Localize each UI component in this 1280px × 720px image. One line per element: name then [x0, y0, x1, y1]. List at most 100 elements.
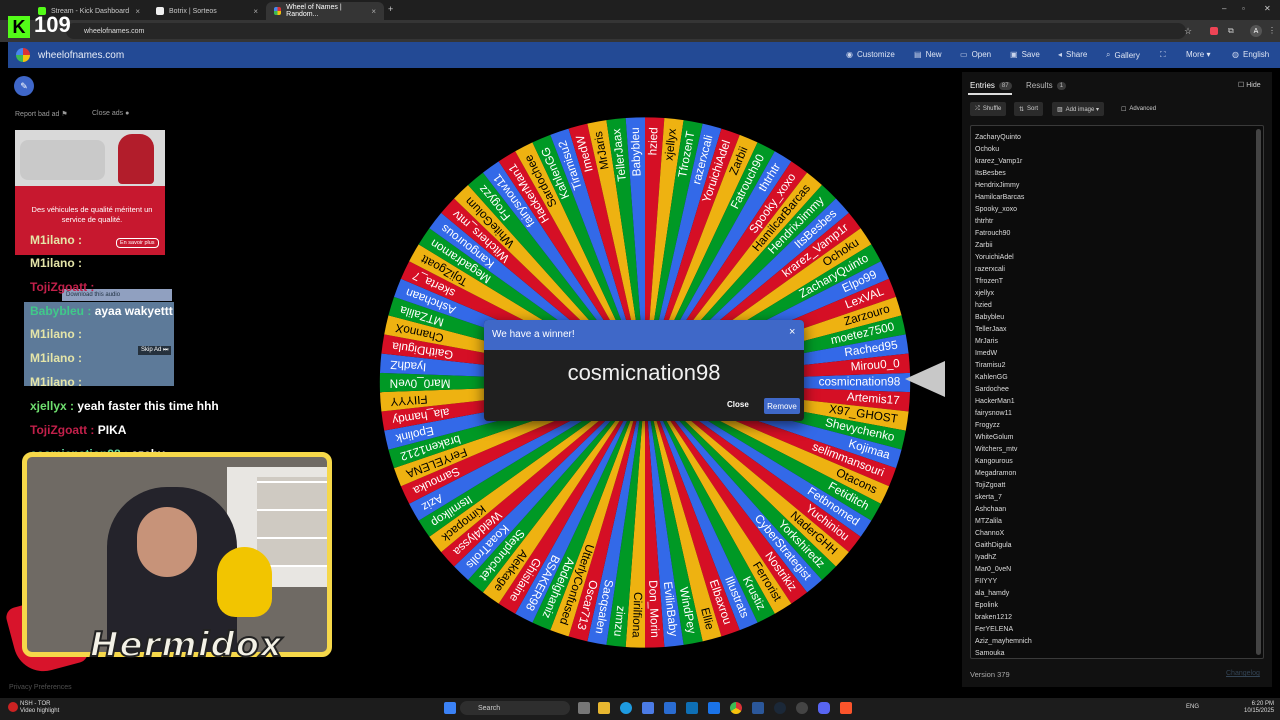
- tab-entries[interactable]: Entries 87: [970, 81, 1012, 90]
- advanced-checkbox[interactable]: ☐ Advanced: [1116, 102, 1161, 116]
- entry-item: Tiramisu2: [975, 362, 1006, 369]
- edge-icon[interactable]: [620, 702, 632, 714]
- entry-item: HamilcarBarcas: [975, 194, 1025, 201]
- entry-item: skerta_7: [975, 494, 1002, 501]
- site-header: [8, 42, 1280, 68]
- wheel-logo-icon[interactable]: [16, 48, 30, 62]
- entries-textarea[interactable]: ZacharyQuinto Ochoku krarez_Vamp1r ItsBesbe…: [970, 125, 1264, 659]
- url-field[interactable]: wheelofnames.com: [66, 23, 1186, 39]
- close-tab-icon[interactable]: ×: [135, 7, 140, 16]
- hide-checkbox[interactable]: ☐ Hide: [1238, 81, 1261, 89]
- tab-wheel-of-names[interactable]: Wheel of Names | Random... ×: [266, 2, 384, 20]
- edit-pencil-button[interactable]: ✎: [14, 76, 34, 96]
- steam-icon[interactable]: [774, 702, 786, 714]
- report-ad-link[interactable]: Report bad ad ⚑: [15, 110, 68, 118]
- entry-item: YoruichiAdel: [975, 254, 1014, 261]
- discord-icon[interactable]: [818, 702, 830, 714]
- mail-icon[interactable]: [708, 702, 720, 714]
- system-clock[interactable]: 6:20 PM 10/15/2025: [1244, 701, 1274, 715]
- open-button[interactable]: ▭ Open: [960, 50, 991, 59]
- language-button[interactable]: ◍ English: [1232, 50, 1269, 59]
- extensions-puzzle-icon[interactable]: ⧉: [1228, 26, 1234, 36]
- more-menu-button[interactable]: More ▾: [1186, 50, 1210, 59]
- minimize-icon[interactable]: –: [1222, 4, 1226, 13]
- ad-person-image: [118, 134, 154, 184]
- add-image-button[interactable]: ▨ Add image ▾: [1052, 102, 1105, 116]
- active-tab-indicator: [968, 93, 1012, 95]
- fullscreen-icon: ⛶: [1160, 50, 1166, 59]
- windows-taskbar: [0, 698, 1280, 720]
- extension-icon[interactable]: [1210, 27, 1218, 35]
- pikachu-plush: [217, 547, 272, 617]
- maximize-icon[interactable]: ▫: [1242, 4, 1245, 13]
- tab-results[interactable]: Results 1: [1026, 81, 1067, 90]
- entries-scrollbar[interactable]: [1256, 129, 1261, 655]
- wheel-slice-label: IyadhZ: [390, 358, 427, 374]
- winner-dialog: We have a winner! × cosmicnation98 Close…: [484, 320, 804, 421]
- chat-message: M1ilano :: [30, 327, 82, 341]
- chat-message: M1ilano :: [30, 256, 82, 270]
- fullscreen-button[interactable]: ⛶: [1160, 50, 1166, 60]
- entry-item: Babybleu: [975, 314, 1005, 321]
- share-button[interactable]: ◂ Share: [1058, 50, 1087, 59]
- task-view-icon[interactable]: [578, 702, 590, 714]
- store-icon[interactable]: [642, 702, 654, 714]
- changelog-link[interactable]: Changelog: [1226, 670, 1260, 677]
- dialog-close-icon[interactable]: ×: [789, 326, 795, 338]
- news-widget[interactable]: NSH - TOR Video highlight: [20, 701, 59, 715]
- image-icon: ▨: [1057, 106, 1063, 113]
- new-tab-button[interactable]: +: [388, 4, 393, 14]
- gallery-button[interactable]: ⌕ Gallery: [1106, 50, 1140, 60]
- entry-item: GaithDigula: [975, 542, 1012, 549]
- wheel-slice-label: FIIYYY: [390, 392, 428, 408]
- entry-item: Kangourous: [975, 458, 1013, 465]
- language-indicator[interactable]: ENG: [1186, 704, 1199, 710]
- word-icon[interactable]: [752, 702, 764, 714]
- close-button[interactable]: Close: [727, 400, 749, 409]
- chat-text: ayaa wakyettt: [94, 304, 173, 318]
- skip-ad-button[interactable]: Skip Ad ⏭: [138, 346, 172, 355]
- webcam-shelf: [257, 477, 327, 567]
- entry-item: Samouka: [975, 650, 1005, 657]
- bookmark-star-icon[interactable]: ☆: [1184, 26, 1192, 37]
- dropbox-icon[interactable]: [664, 702, 676, 714]
- start-button-icon[interactable]: [444, 702, 456, 714]
- chat-text: yeah faster this time hhh: [77, 399, 219, 413]
- sort-button[interactable]: ⇅ Sort: [1014, 102, 1044, 116]
- close-tab-icon[interactable]: ×: [253, 7, 258, 16]
- close-window-icon[interactable]: ✕: [1264, 4, 1271, 13]
- site-name[interactable]: wheelofnames.com: [38, 50, 124, 61]
- streamer-name: Hermidox: [89, 624, 283, 666]
- chat-text: PIKA: [97, 423, 127, 437]
- file-icon: ▤: [914, 50, 922, 59]
- new-button[interactable]: ▤ New: [914, 50, 942, 59]
- save-button[interactable]: ▣ Save: [1010, 50, 1040, 59]
- entry-item: Fatrouch90: [975, 230, 1011, 237]
- app-icon[interactable]: [686, 702, 698, 714]
- privacy-preferences-link[interactable]: Privacy Preferences: [9, 684, 72, 691]
- entry-item: HackerMan1: [975, 398, 1015, 405]
- entry-item: MTZalila: [975, 518, 1002, 525]
- entry-item: ZacharyQuinto: [975, 134, 1021, 141]
- chrome-icon[interactable]: [730, 702, 742, 714]
- weather-widget-icon[interactable]: [8, 702, 18, 712]
- wheel-favicon-icon: [274, 7, 282, 15]
- close-tab-icon[interactable]: ×: [371, 7, 376, 16]
- browser-menu-icon[interactable]: ⋮: [1268, 26, 1276, 35]
- obs-icon[interactable]: [796, 702, 808, 714]
- entry-item: Ashchaan: [975, 506, 1007, 513]
- url-text: wheelofnames.com: [84, 27, 145, 35]
- brave-icon[interactable]: [840, 702, 852, 714]
- remove-button[interactable]: Remove: [764, 398, 800, 414]
- profile-avatar[interactable]: A: [1250, 25, 1262, 37]
- tab-label: Wheel of Names | Random...: [286, 4, 342, 18]
- ad-cta-button[interactable]: En savoir plus: [116, 238, 159, 248]
- close-ads-link[interactable]: Close ads ●: [92, 110, 129, 117]
- shuffle-button[interactable]: ⤮ Shuffle: [970, 102, 1007, 116]
- tab-botrix[interactable]: Botrix | Sorteos ×: [148, 2, 266, 20]
- entry-item: Zarbii: [975, 242, 993, 249]
- customize-button[interactable]: ◉ Customize: [846, 50, 895, 59]
- tab-label: Botrix | Sorteos: [169, 7, 217, 15]
- file-explorer-icon[interactable]: [598, 702, 610, 714]
- taskbar-search[interactable]: Search: [460, 701, 570, 715]
